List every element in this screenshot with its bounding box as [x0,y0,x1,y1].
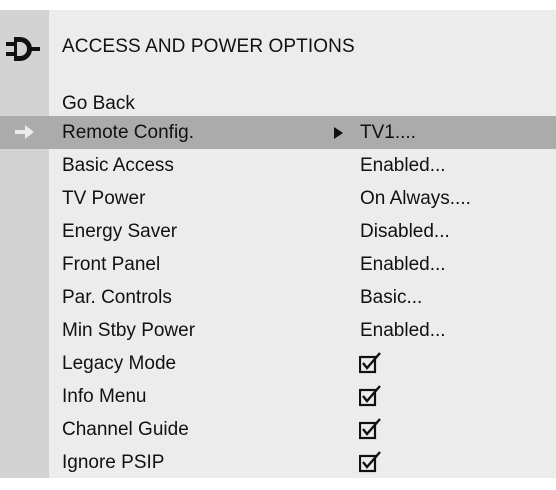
menu-item-value: Basic... [360,287,423,308]
menu-item-value: On Always.... [360,188,471,209]
menu-item-energy-saver[interactable]: Energy Saver Disabled... [0,215,556,248]
plug-icon [6,37,40,61]
selection-arrow-icon [15,125,34,139]
menu-item-label: Front Panel [62,254,161,275]
menu-item-label: Par. Controls [62,287,172,308]
access-power-options-menu: ACCESS AND POWER OPTIONS Go Back Remote … [0,10,556,478]
menu-item-front-panel[interactable]: Front Panel Enabled... [0,248,556,281]
menu-item-value: Disabled... [360,221,450,242]
menu-item-info-menu[interactable]: Info Menu [0,380,556,413]
menu-item-legacy-mode[interactable]: Legacy Mode [0,347,556,380]
menu-item-label: Ignore PSIP [62,452,165,473]
menu-item-label: Channel Guide [62,419,189,440]
menu-item-ignore-psip[interactable]: Ignore PSIP [0,446,556,479]
menu-item-label: Legacy Mode [62,353,177,374]
menu-item-remote-config[interactable]: Remote Config. TV1.... [0,116,556,149]
submenu-pointer-icon [334,127,343,139]
menu-item-label: Basic Access [62,155,174,176]
menu-item-label: Go Back [62,93,135,114]
menu-item-label: Energy Saver [62,221,178,242]
menu-item-label: Remote Config. [62,122,195,143]
checkbox-checked-icon[interactable] [359,418,385,440]
menu-item-par-controls[interactable]: Par. Controls Basic... [0,281,556,314]
menu-item-basic-access[interactable]: Basic Access Enabled... [0,149,556,182]
checkbox-checked-icon[interactable] [359,352,385,374]
checkbox-checked-icon[interactable] [359,385,385,407]
menu-item-label: Min Stby Power [62,320,196,341]
menu-item-label: TV Power [62,188,146,209]
menu-title: ACCESS AND POWER OPTIONS [62,36,355,57]
menu-item-label: Info Menu [62,386,147,407]
menu-item-value: TV1.... [360,122,416,143]
checkbox-checked-icon[interactable] [359,451,385,473]
menu-item-value: Enabled... [360,320,446,341]
menu-item-value: Enabled... [360,254,446,275]
menu-item-min-stby-power[interactable]: Min Stby Power Enabled... [0,314,556,347]
menu-item-tv-power[interactable]: TV Power On Always.... [0,182,556,215]
menu-item-value: Enabled... [360,155,446,176]
menu-item-channel-guide[interactable]: Channel Guide [0,413,556,446]
